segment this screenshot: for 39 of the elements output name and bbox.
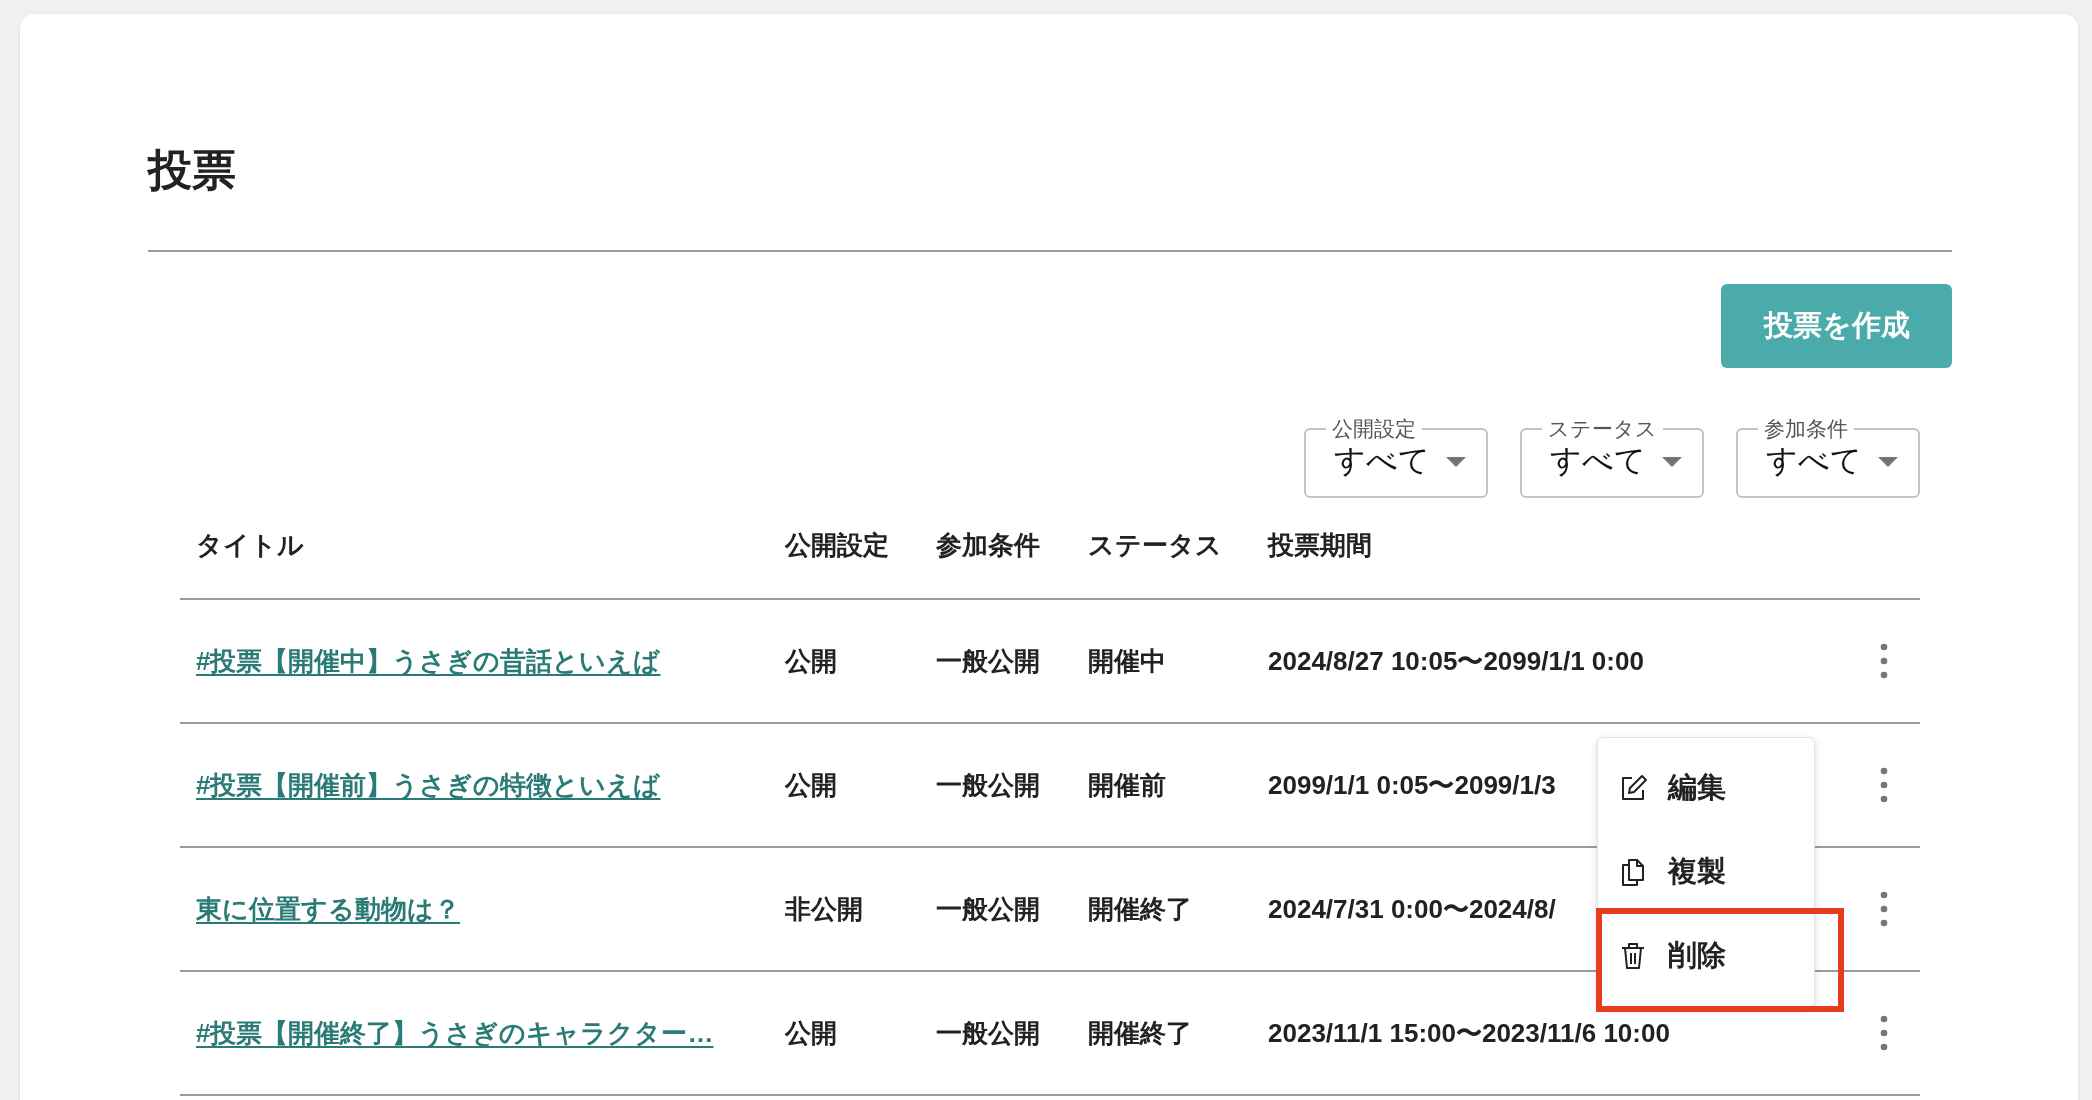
- table-cell: 2023/11/1 15:00〜2023/11/6 10:00: [1268, 1017, 1670, 1048]
- table-cell: 開催終了: [1088, 893, 1192, 924]
- table-cell: 2099/1/1 0:05〜2099/1/3: [1268, 769, 1556, 800]
- vote-title-link[interactable]: #投票【開催中】うさぎの昔話といえば: [196, 645, 661, 676]
- column-header: ステータス: [1088, 529, 1223, 562]
- filter-select[interactable]: ステータス すべて: [1520, 418, 1704, 498]
- column-header: タイトル: [195, 529, 305, 562]
- menu-item[interactable]: 複製: [1598, 830, 1814, 914]
- table-cell: 開催終了: [1088, 1017, 1192, 1048]
- table-cell: 公開: [785, 645, 837, 676]
- table-cell: 公開: [785, 769, 837, 800]
- vote-title-link[interactable]: #投票【開催終了】うさぎのキャラクター…: [196, 1017, 714, 1048]
- table-cell: 一般公開: [936, 893, 1040, 924]
- menu-item[interactable]: 削除: [1598, 914, 1814, 998]
- caret-icon: [1878, 456, 1898, 467]
- table-cell: 一般公開: [936, 1017, 1040, 1048]
- table-cell: 一般公開: [936, 645, 1040, 676]
- column-header: 投票期間: [1268, 529, 1373, 562]
- more-vertical-icon: [1880, 891, 1888, 927]
- table-cell: 2024/8/27 10:05〜2099/1/1 0:00: [1268, 645, 1644, 676]
- table-cell: 開催前: [1088, 769, 1166, 800]
- more-vertical-icon: [1880, 643, 1888, 679]
- filter-select[interactable]: 公開設定 すべて: [1304, 418, 1488, 498]
- menu-item[interactable]: 編集: [1598, 746, 1814, 830]
- vote-title-link[interactable]: #投票【開催前】うさぎの特徴といえば: [196, 769, 661, 800]
- caret-icon: [1446, 456, 1466, 467]
- column-header: 公開設定: [785, 529, 890, 562]
- vote-title-link[interactable]: 東に位置する動物は？: [196, 893, 460, 924]
- column-header: 参加条件: [936, 529, 1041, 562]
- filter-select[interactable]: 参加条件 すべて: [1736, 418, 1920, 498]
- table-cell: 2024/7/31 0:00〜2024/8/: [1268, 893, 1556, 924]
- table-cell: 一般公開: [936, 769, 1040, 800]
- table-cell: 非公開: [785, 893, 863, 924]
- more-vertical-icon: [1880, 1015, 1888, 1051]
- page-title: 投票: [148, 148, 237, 196]
- table-cell: 開催中: [1088, 645, 1166, 676]
- table-cell: 公開: [785, 1017, 837, 1048]
- more-vertical-icon: [1880, 767, 1888, 803]
- caret-icon: [1662, 456, 1682, 467]
